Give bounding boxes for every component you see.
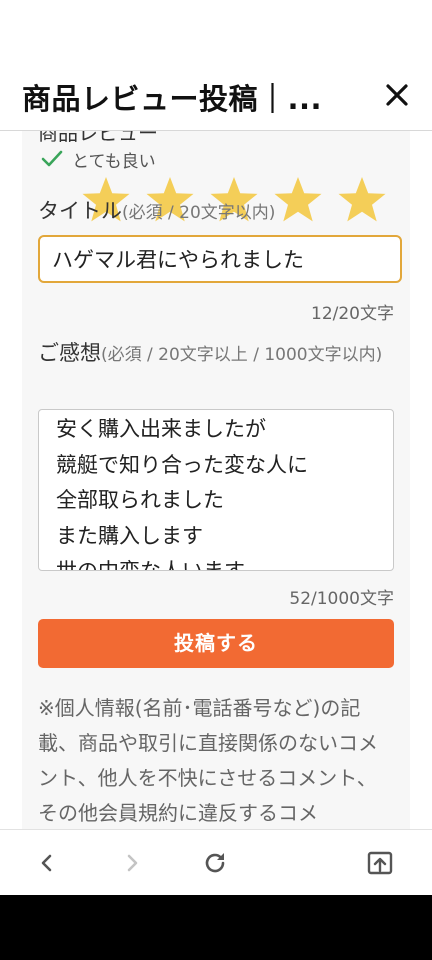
page-title: 商品レビュー投稿｜... — [22, 82, 323, 116]
chevron-right-icon — [127, 854, 138, 872]
share-icon — [367, 851, 393, 875]
rating-text: とても良い — [72, 151, 156, 172]
back-button[interactable] — [32, 848, 62, 878]
comment-line: 安く購入出来ましたが — [56, 417, 266, 441]
star-4[interactable] — [272, 175, 324, 227]
page-header: 商品レビュー投稿｜... — [0, 64, 432, 131]
comment-counter: 52/1000文字 — [289, 589, 394, 609]
status-bar — [0, 0, 432, 64]
title-requirement: (必須 / 20文字以内) — [122, 203, 276, 223]
star-icon — [274, 177, 322, 222]
star-icon — [338, 177, 386, 222]
browser-nav-bar — [0, 829, 432, 895]
comment-text: 安く購入出来ましたが競艇で知り合った変な人に 全部取られました また購入します世の中… — [56, 412, 308, 571]
submit-button[interactable]: 投稿する — [38, 619, 394, 668]
star-5[interactable] — [336, 175, 388, 227]
reload-icon — [205, 853, 225, 873]
rating-result: とても良い — [40, 147, 156, 172]
title-input[interactable] — [38, 235, 402, 283]
comment-line: 世の中変な人います — [56, 559, 245, 571]
close-icon — [386, 84, 408, 106]
notice-text: ※個人情報(名前･電話番号など)の記載、商品や取引に直接関係のないコメント、他人… — [38, 696, 378, 825]
screen: 商品レビュー投稿｜... 商品レビュー とても良い タイトル(必須 / 20文字… — [0, 0, 432, 895]
comment-textarea[interactable]: 安く購入出来ましたが競艇で知り合った変な人に 全部取られました また購入します世の中… — [38, 409, 394, 571]
close-button[interactable] — [380, 78, 414, 112]
title-label-text: タイトル — [38, 199, 122, 223]
comment-line: 全部取られました — [56, 488, 224, 512]
comment-label: ご感想(必須 / 20文字以上 / 1000文字以内) — [38, 337, 398, 371]
share-button[interactable] — [365, 848, 395, 878]
review-form: 商品レビュー とても良い タイトル(必須 / 20文字以内) 12/20文字 ご… — [22, 131, 410, 829]
chevron-left-icon — [41, 854, 52, 872]
comment-line: また購入します — [56, 523, 203, 548]
title-counter: 12/20文字 — [311, 304, 394, 324]
comment-line: 競艇で知り合った変な人に — [56, 452, 308, 477]
comment-requirement: (必須 / 20文字以上 / 1000文字以内) — [101, 345, 383, 365]
comment-label-text: ご感想 — [38, 341, 101, 365]
product-label: 商品レビュー — [38, 131, 158, 145]
check-icon — [41, 150, 63, 167]
title-label: タイトル(必須 / 20文字以内) — [38, 195, 275, 225]
reload-button[interactable] — [200, 848, 230, 878]
forward-button[interactable] — [117, 848, 147, 878]
